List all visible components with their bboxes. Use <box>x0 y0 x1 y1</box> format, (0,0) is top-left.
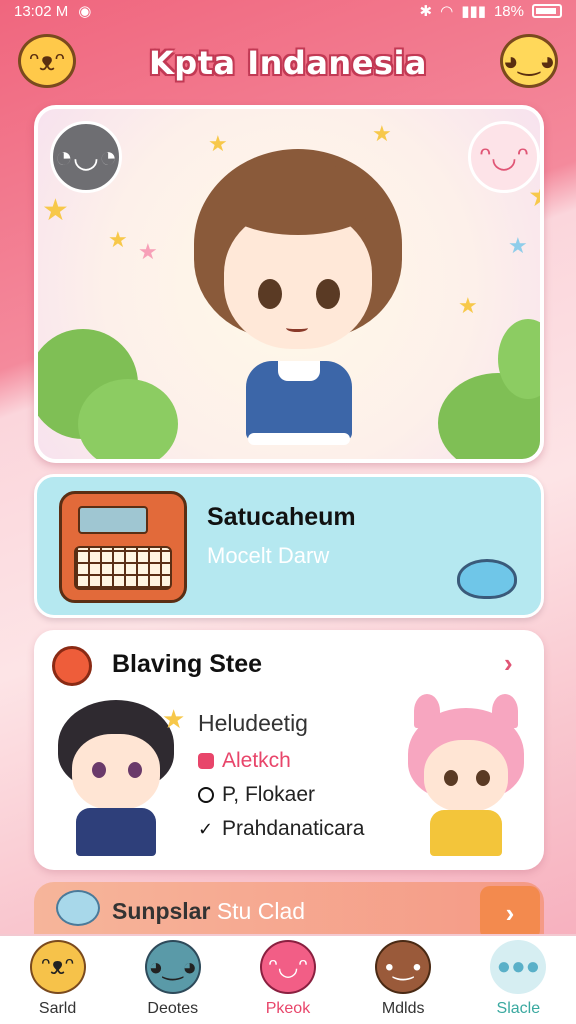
blaving-stee-card[interactable]: Blaving Stee › ★ Heludeetig Aletkch P, F… <box>34 630 544 870</box>
card-title: Blaving Stee <box>112 650 263 678</box>
nav-item-pkeok[interactable]: ᵔ◡ᵔ Pkeok <box>233 936 343 1018</box>
feature-list: Heludeetig Aletkch P, Flokaer ✓ Prahdana… <box>198 710 364 851</box>
star-icon: ★ <box>108 227 128 252</box>
nav-label: Pkeok <box>265 1000 311 1017</box>
square-marker-icon <box>198 753 214 769</box>
hat-character-icon: ◕‿◕ <box>144 940 201 994</box>
list-title: Heludeetig <box>198 710 308 736</box>
app-header: Kpta Indanesia <box>0 30 576 96</box>
app-title: Kpta Indanesia <box>148 44 427 82</box>
nav-item-deotes[interactable]: ◕‿◕ Deotes <box>118 936 228 1018</box>
pink-blob-icon: ᵔ◡ᵔ <box>259 940 316 994</box>
bubbles-icon: ●●● <box>490 940 547 994</box>
camera-icon: ◉ <box>78 3 92 20</box>
list-item[interactable]: P, Flokaer <box>198 783 364 807</box>
chick-mascot-icon[interactable]: ◕‿◕ <box>500 34 558 88</box>
lion-icon: ᵔᴥᵔ <box>29 940 86 994</box>
card-subtitle: Mocelt Darw <box>207 543 330 568</box>
typewriter-icon <box>59 491 187 603</box>
list-item-label: Prahdanaticara <box>222 817 365 840</box>
nav-item-slacle[interactable]: ●●● Slacle <box>463 936 573 1018</box>
nav-item-sarld[interactable]: ᵔᴥᵔ Sarld <box>3 936 113 1018</box>
bottom-navigation: ᵔᴥᵔ Sarld ◕‿◕ Deotes ᵔ◡ᵔ Pkeok •‿• Mdlds… <box>0 934 576 1024</box>
status-bar: 13:02 M ◉ ✱ ◠ ▮▮▮ 18% <box>0 0 576 22</box>
battery-icon <box>532 4 562 18</box>
checkmark-icon: ✓ <box>198 818 214 839</box>
wifi-icon: ◠ <box>440 3 454 20</box>
star-icon: ★ <box>162 704 186 734</box>
battery-level: 18% <box>493 2 524 20</box>
card-title: Satucaheum <box>207 503 356 531</box>
chevron-right-button[interactable]: › <box>480 886 540 940</box>
list-item-label: Aletkch <box>222 749 291 772</box>
gray-bird-icon[interactable]: ◔◡◔ <box>50 121 122 193</box>
nav-label: Sarld <box>38 1000 77 1017</box>
star-icon: ★ <box>458 293 478 318</box>
nav-label: Slacle <box>496 1000 541 1017</box>
bush-decoration <box>78 379 178 459</box>
hero-banner[interactable]: ◔◡◔ ᵔ◡ᵔ ★ ★ ★ ★ ★ ★ ★ ★ ★ <box>34 105 544 463</box>
boy-character-illustration <box>52 700 180 860</box>
nav-item-mdlds[interactable]: •‿• Mdlds <box>348 936 458 1018</box>
bluetooth-icon: ✱ <box>419 3 433 20</box>
bunny-girl-character-illustration <box>404 694 528 860</box>
list-item[interactable]: ✓ Prahdanaticara <box>198 817 364 841</box>
card-title-light: Stu Clad <box>216 898 306 924</box>
list-item[interactable]: Aletkch <box>198 749 364 773</box>
bear-mascot-icon[interactable]: ᵔᴥᵔ <box>18 34 76 88</box>
nav-label: Mdlds <box>381 1000 425 1017</box>
star-icon: ★ <box>528 179 540 214</box>
radio-circle-icon <box>198 787 214 803</box>
star-icon: ★ <box>138 239 158 264</box>
star-icon: ★ <box>42 194 69 227</box>
card-title-bold: Sunpslar <box>112 898 211 924</box>
fish-icon <box>56 890 100 926</box>
nav-label: Deotes <box>147 1000 199 1017</box>
chibi-boy-illustration <box>188 129 408 459</box>
whale-icon <box>457 559 517 599</box>
signal-icon: ▮▮▮ <box>461 3 486 20</box>
card-title: Sunpslar Stu Clad <box>112 898 305 925</box>
status-time: 13:02 M <box>14 2 69 20</box>
satucaheum-card[interactable]: Satucaheum Mocelt Darw <box>34 474 544 618</box>
star-icon: ★ <box>508 233 528 258</box>
list-item-label: P, Flokaer <box>222 783 315 806</box>
chevron-right-icon[interactable]: › <box>504 648 513 679</box>
acorn-character-icon: •‿• <box>375 940 432 994</box>
tomato-icon <box>52 646 92 686</box>
